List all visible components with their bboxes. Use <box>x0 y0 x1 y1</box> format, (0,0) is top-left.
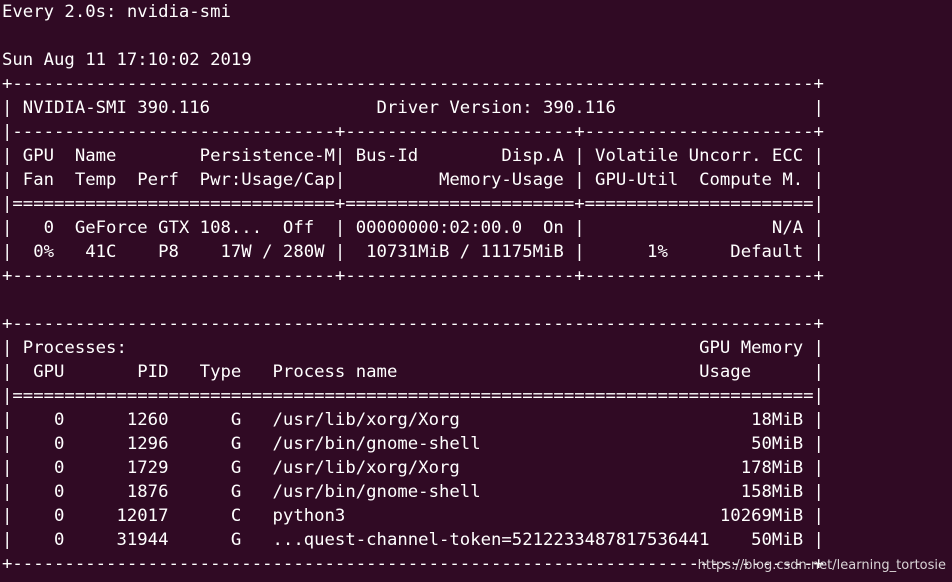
terminal-window[interactable]: Every 2.0s: nvidia-smi Sun Aug 11 17:10:… <box>0 0 952 582</box>
gpu-table-line: | Fan Temp Perf Pwr:Usage/Cap| Memory-Us… <box>2 170 824 190</box>
process-table-line: | GPU PID Type Process name Usage | <box>2 362 824 382</box>
gpu-table-line: | NVIDIA-SMI 390.116 Driver Version: 390… <box>2 98 824 118</box>
gpu-table-line: | GPU Name Persistence-M| Bus-Id Disp.A … <box>2 146 824 166</box>
process-table-line: | 0 12017 C python3 10269MiB | <box>2 506 824 526</box>
gpu-table-line: +---------------------------------------… <box>2 74 824 94</box>
process-table-line: | 0 1260 G /usr/lib/xorg/Xorg 18MiB | <box>2 410 824 430</box>
process-table-line: | 0 1876 G /usr/bin/gnome-shell 158MiB | <box>2 482 824 502</box>
process-table-line: |=======================================… <box>2 386 824 406</box>
process-table-line: | Processes: GPU Memory | <box>2 338 824 358</box>
gpu-table-line: |===============================+=======… <box>2 194 824 214</box>
watch-header: Every 2.0s: nvidia-smi <box>2 2 231 22</box>
process-table-line: | 0 31944 G ...quest-channel-token=52122… <box>2 530 824 550</box>
process-table-line: | 0 1729 G /usr/lib/xorg/Xorg 178MiB | <box>2 458 824 478</box>
gpu-table-line: | 0% 41C P8 17W / 280W | 10731MiB / 1117… <box>2 242 824 262</box>
gpu-table-line: |-------------------------------+-------… <box>2 122 824 142</box>
timestamp: Sun Aug 11 17:10:02 2019 <box>2 50 252 70</box>
gpu-table-line: | 0 GeForce GTX 108... Off | 00000000:02… <box>2 218 824 238</box>
process-table-line: | 0 1296 G /usr/bin/gnome-shell 50MiB | <box>2 434 824 454</box>
process-table-line: +---------------------------------------… <box>2 314 824 334</box>
watermark: https://blog.csdn.net/learning_tortosie <box>697 558 946 573</box>
gpu-table-line: +-------------------------------+-------… <box>2 266 824 286</box>
